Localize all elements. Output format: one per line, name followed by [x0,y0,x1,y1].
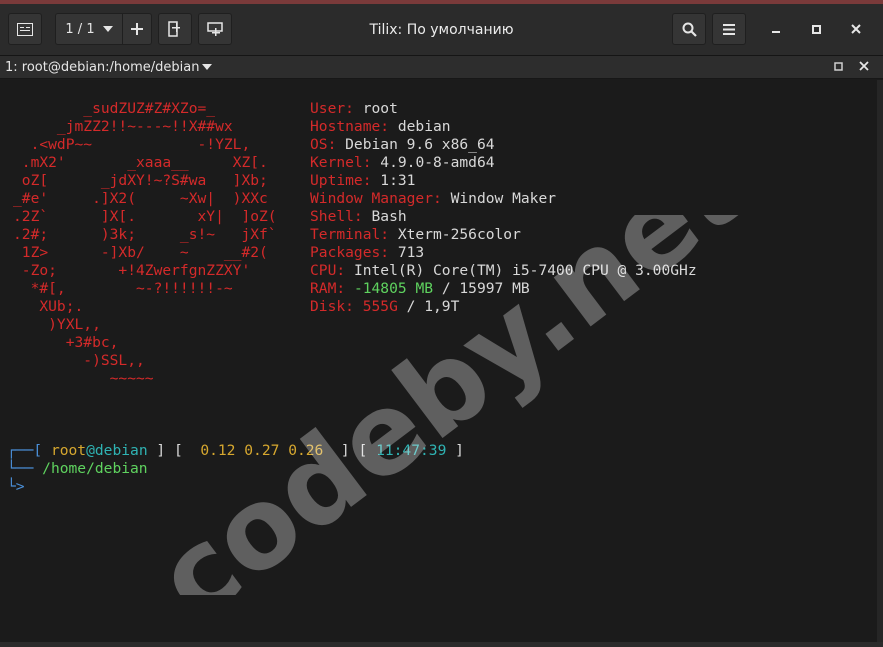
maximize-icon [811,24,821,34]
terminal-view[interactable]: _sudZUZ#Z#XZo=_ _jmZZ2!!~---~!!X##wx .<w… [3,80,877,642]
terminal-titlebar: 1: root@debian:/home/debian [0,56,883,79]
shell-prompt: ┌──[ root@debian ] [ 0.12 0.27 0.26 ] [ … [7,442,464,496]
sysinfo-value: 713 [389,244,425,261]
sysinfo-line: Hostname: debian [310,118,697,136]
sysinfo-key: Kernel: [310,154,372,171]
sysinfo-line: Packages: 713 [310,244,697,262]
sysinfo-key: Shell: [310,208,363,225]
split-down-button[interactable] [198,13,232,45]
sysinfo-line: Kernel: 4.9.0-8-amd64 [310,154,697,172]
prompt-line-2: └── /home/debian [7,460,148,477]
close-icon [851,24,861,34]
terminal-list-icon [17,22,33,36]
sysinfo-value: 4.9.0-8-amd64 [371,154,495,171]
hamburger-menu-icon [723,23,735,35]
sysinfo-key: Uptime: [310,172,372,189]
ram-line: RAM: -14805 MB / 15997 MB [310,280,530,297]
sysinfo-value: Debian 9.6 x86_64 [336,136,495,153]
terminal-scrollbar[interactable] [877,80,883,642]
add-session-button[interactable] [123,14,151,44]
terminal-close-icon[interactable] [859,61,869,71]
search-icon [682,22,697,37]
sysinfo-key: Window Manager: [310,190,442,207]
prompt-line-1: ┌──[ root@debian ] [ 0.12 0.27 0.26 ] [ … [7,442,464,459]
sysinfo-line: Shell: Bash [310,208,697,226]
close-button[interactable] [845,18,867,40]
disk-line: Disk: 555G / 1,9T [310,298,460,315]
sysinfo-key: Hostname: [310,118,390,135]
system-info: User: root Hostname: debian OS: Debian 9.6… [310,100,697,316]
maximize-button[interactable] [805,18,827,40]
sysinfo-line: User: root [310,100,697,118]
session-count-label: 1 / 1 [65,21,95,37]
sysinfo-value: Intel(R) Core(TM) i5-7400 CPU @ 3.00GHz [345,262,697,279]
prompt-line-3: └> [7,478,25,495]
window-headerbar: 1 / 1 Tilix: По умолчанию [0,4,883,56]
session-count-button[interactable]: 1 / 1 [56,14,123,44]
debian-ascii-logo: _sudZUZ#Z#XZo=_ _jmZZ2!!~---~!!X##wx .<w… [13,100,277,387]
sysinfo-line: Uptime: 1:31 [310,172,697,190]
sysinfo-value: Window Maker [441,190,557,207]
sysinfo-line: OS: Debian 9.6 x86_64 [310,136,697,154]
chevron-down-icon [102,26,113,32]
terminal-maximize-icon[interactable] [834,62,843,71]
sysinfo-line: CPU: Intel(R) Core(TM) i5-7400 CPU @ 3.0… [310,262,697,280]
sysinfo-key: OS: [310,136,337,153]
sysinfo-line: Terminal: Xterm-256color [310,226,697,244]
sysinfo-value: Bash [362,208,407,225]
chevron-down-icon[interactable] [202,64,212,70]
sysinfo-key: Packages: [310,244,390,261]
sysinfo-line: Window Manager: Window Maker [310,190,697,208]
sysinfo-key: CPU: [310,262,346,279]
sysinfo-key: User: [310,100,354,117]
minimize-icon [772,31,780,33]
search-button[interactable] [672,13,706,45]
menu-button[interactable] [712,13,746,45]
sysinfo-value: debian [389,118,451,135]
split-down-icon [207,22,223,36]
terminal-title[interactable]: 1: root@debian:/home/debian [5,60,199,75]
sysinfo-value: 1:31 [371,172,416,189]
split-right-button[interactable] [158,13,192,45]
sysinfo-key: Terminal: [310,226,390,243]
window-bottom-edge [0,642,883,647]
split-right-icon [168,21,180,37]
sysinfo-value: Xterm-256color [389,226,521,243]
session-switcher: 1 / 1 [55,13,152,45]
plus-icon [131,23,143,35]
sysinfo-value: root [353,100,398,117]
sidebar-toggle-button[interactable] [8,13,42,45]
minimize-button[interactable] [765,18,787,40]
